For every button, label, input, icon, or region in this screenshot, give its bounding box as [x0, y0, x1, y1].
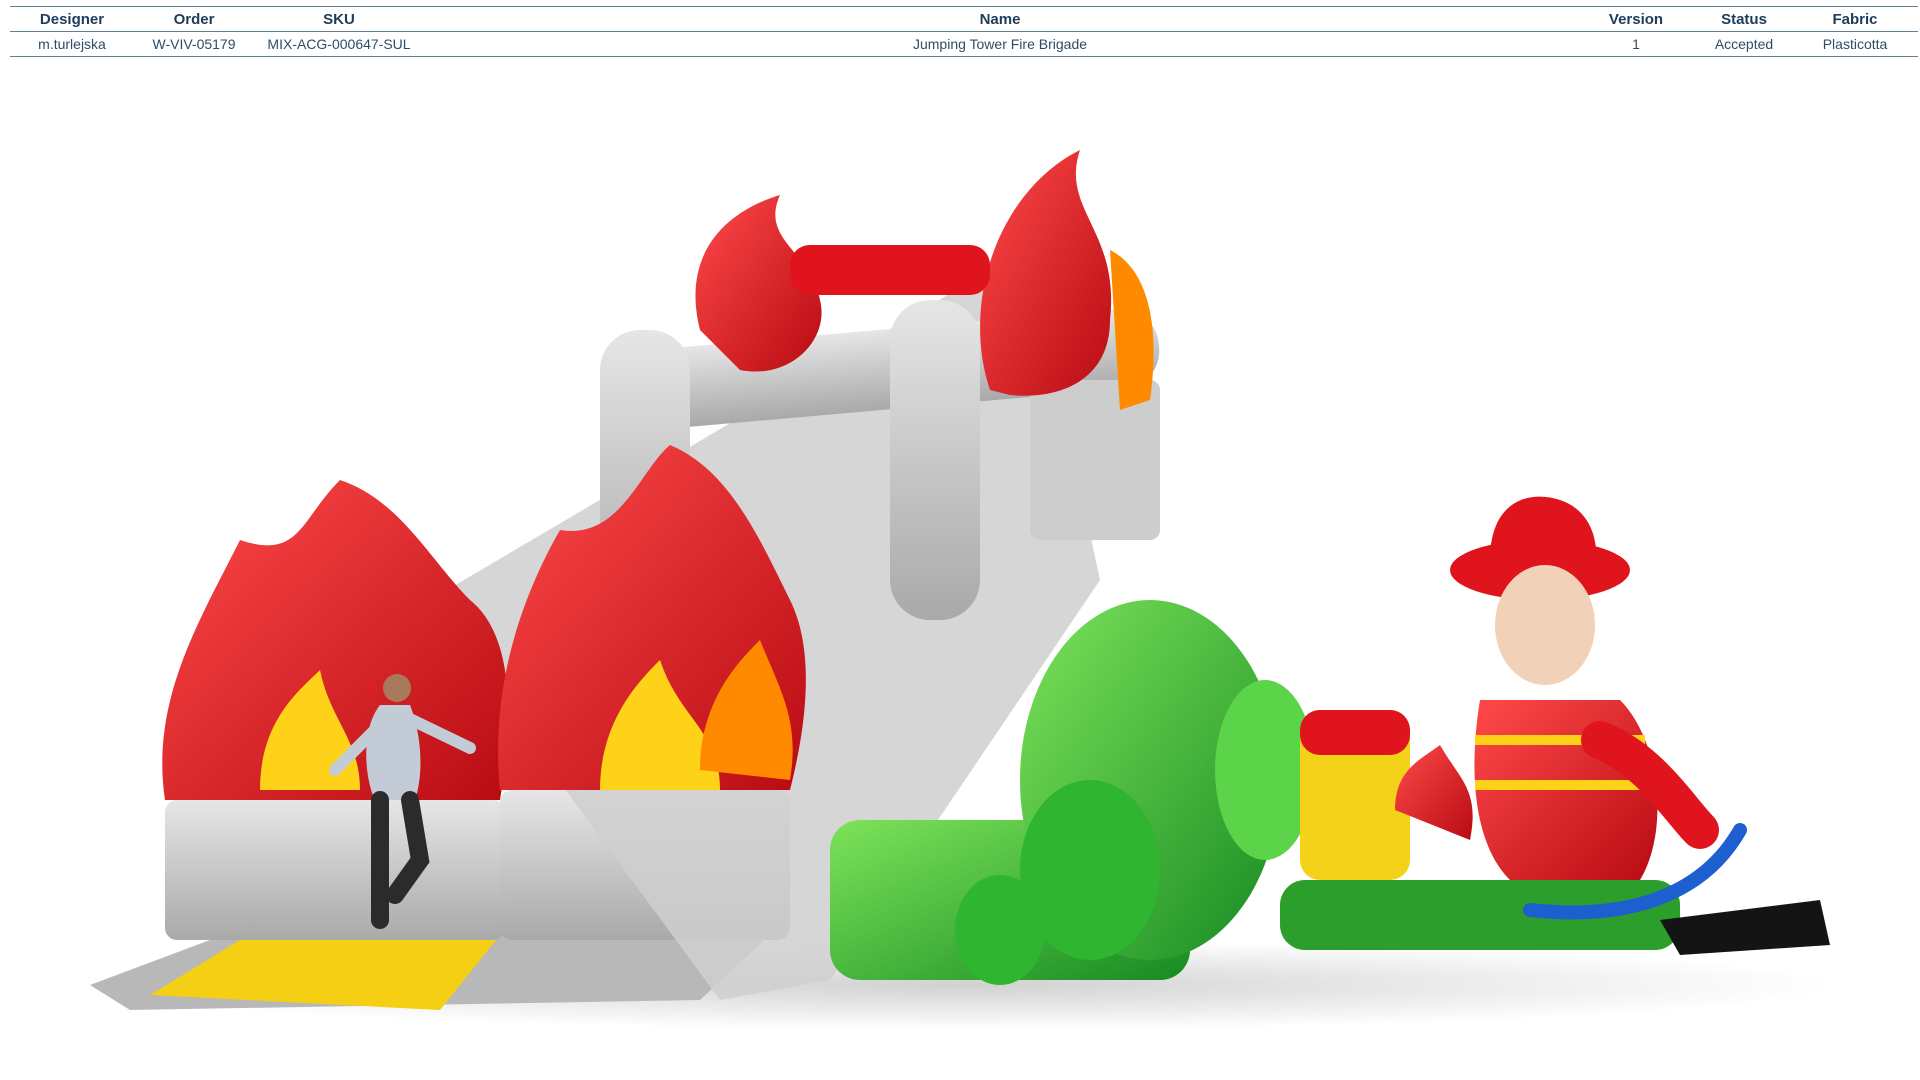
designer-header: Designer	[39, 10, 105, 28]
sku-cell: MIX-ACG-000647-SUL	[267, 36, 411, 52]
fabric-cell: Plasticotta	[1822, 36, 1888, 52]
order-cell: W-VIV-05179	[152, 36, 236, 52]
name-header: Name	[979, 10, 1021, 28]
version-header: Version	[1608, 10, 1664, 28]
sku-header: SKU	[323, 10, 355, 28]
table-header-row: Designer Order SKU Name Version Status F…	[10, 6, 1918, 32]
status-cell: Accepted	[1714, 36, 1774, 52]
version-cell: 1	[1632, 36, 1640, 52]
designer-cell: m.turlejska	[38, 36, 106, 52]
name-cell: Jumping Tower Fire Brigade	[912, 36, 1088, 52]
front-flames	[162, 445, 806, 800]
table-row: m.turlejska W-VIV-05179 MIX-ACG-000647-S…	[10, 32, 1918, 57]
fabric-header: Fabric	[1832, 10, 1878, 28]
inflatable-render	[80, 150, 1840, 1030]
status-header: Status	[1721, 10, 1767, 28]
product-info-table: Designer Order SKU Name Version Status F…	[10, 6, 1918, 57]
order-header: Order	[173, 10, 215, 28]
